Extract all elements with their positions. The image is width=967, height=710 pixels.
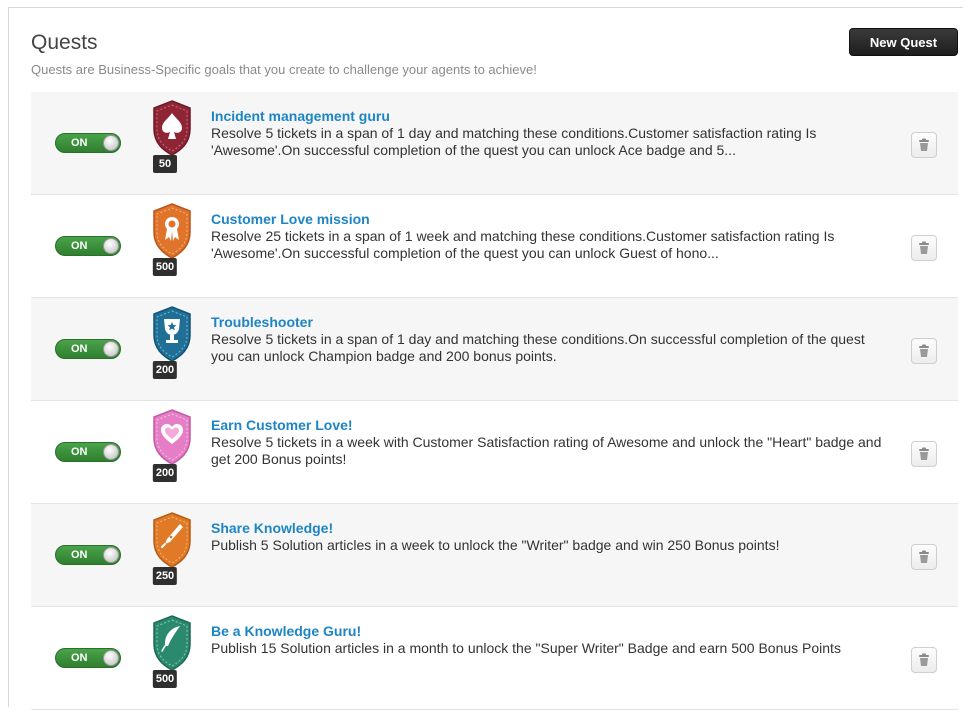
delete-button[interactable] (911, 544, 937, 570)
points-badge: 200 (152, 464, 178, 482)
toggle-knob-icon (103, 547, 119, 563)
quest-title-link[interactable]: Customer Love mission (211, 211, 891, 228)
quest-description: Resolve 5 tickets in a week with Custome… (211, 434, 882, 467)
toggle-knob-icon (103, 444, 119, 460)
quest-toggle[interactable]: ON (55, 133, 121, 153)
points-badge: 50 (153, 155, 177, 173)
quest-content: Troubleshooter Resolve 5 tickets in a sp… (211, 314, 891, 365)
delete-button[interactable] (911, 235, 937, 261)
toggle-label: ON (71, 343, 88, 355)
trash-icon (919, 138, 929, 151)
feather-badge-icon: 500 (150, 614, 194, 688)
quest-toggle[interactable]: ON (55, 339, 121, 359)
points-badge: 250 (152, 567, 178, 585)
delete-button[interactable] (911, 441, 937, 467)
quest-title-link[interactable]: Earn Customer Love! (211, 417, 891, 434)
quest-row: ON 200 Earn Customer Love! Resolve 5 tic… (31, 401, 958, 504)
pen-nib-badge-icon: 250 (150, 511, 194, 585)
quest-title-link[interactable]: Be a Knowledge Guru! (211, 623, 891, 640)
quest-content: Earn Customer Love! Resolve 5 tickets in… (211, 417, 891, 468)
toggle-knob-icon (103, 135, 119, 151)
page-title: Quests (31, 31, 98, 54)
trash-icon (919, 550, 929, 563)
points-badge: 500 (152, 258, 178, 276)
quest-description: Resolve 5 tickets in a span of 1 day and… (211, 331, 865, 364)
new-quest-button[interactable]: New Quest (849, 28, 958, 56)
trash-icon (919, 241, 929, 254)
quest-row: ON 250 Share Knowledge! Publish 5 Soluti… (31, 504, 958, 607)
trophy-badge-icon: 200 (150, 305, 194, 379)
quest-toggle[interactable]: ON (55, 442, 121, 462)
page-subtitle: Quests are Business-Specific goals that … (31, 62, 537, 77)
toggle-label: ON (71, 240, 88, 252)
heart-badge-icon: 200 (150, 408, 194, 482)
spade-badge-icon: 50 (150, 99, 194, 173)
quest-row: ON 50 Incident management guru Resolve 5… (31, 92, 958, 195)
trash-icon (919, 344, 929, 357)
toggle-knob-icon (103, 650, 119, 666)
toggle-label: ON (71, 446, 88, 458)
trash-icon (919, 653, 929, 666)
quest-content: Share Knowledge! Publish 5 Solution arti… (211, 520, 891, 554)
delete-button[interactable] (911, 647, 937, 673)
quest-content: Be a Knowledge Guru! Publish 15 Solution… (211, 623, 891, 657)
points-badge: 500 (152, 670, 178, 688)
delete-button[interactable] (911, 338, 937, 364)
quest-content: Incident management guru Resolve 5 ticke… (211, 108, 891, 159)
toggle-knob-icon (103, 341, 119, 357)
toggle-label: ON (71, 652, 88, 664)
quest-description: Publish 5 Solution articles in a week to… (211, 537, 780, 553)
quest-row: ON 500 Be a Knowledge Guru! Publish 15 S… (31, 607, 958, 710)
quest-description: Resolve 25 tickets in a span of 1 week a… (211, 228, 835, 261)
delete-button[interactable] (911, 132, 937, 158)
toggle-label: ON (71, 137, 88, 149)
quest-title-link[interactable]: Incident management guru (211, 108, 891, 125)
points-badge: 200 (152, 361, 178, 379)
quest-title-link[interactable]: Share Knowledge! (211, 520, 891, 537)
quest-description: Resolve 5 tickets in a span of 1 day and… (211, 125, 817, 158)
quest-toggle[interactable]: ON (55, 648, 121, 668)
trash-icon (919, 447, 929, 460)
quest-list: ON 50 Incident management guru Resolve 5… (31, 92, 958, 710)
quest-content: Customer Love mission Resolve 25 tickets… (211, 211, 891, 262)
quest-row: ON 200 Troubleshooter Resolve 5 tickets … (31, 298, 958, 401)
award-ribbon-badge-icon: 500 (150, 202, 194, 276)
toggle-knob-icon (103, 238, 119, 254)
toggle-label: ON (71, 549, 88, 561)
quest-title-link[interactable]: Troubleshooter (211, 314, 891, 331)
quest-description: Publish 15 Solution articles in a month … (211, 640, 841, 656)
quest-row: ON 500 Customer Love mission Resolve 25 … (31, 195, 958, 298)
quest-toggle[interactable]: ON (55, 236, 121, 256)
quest-toggle[interactable]: ON (55, 545, 121, 565)
